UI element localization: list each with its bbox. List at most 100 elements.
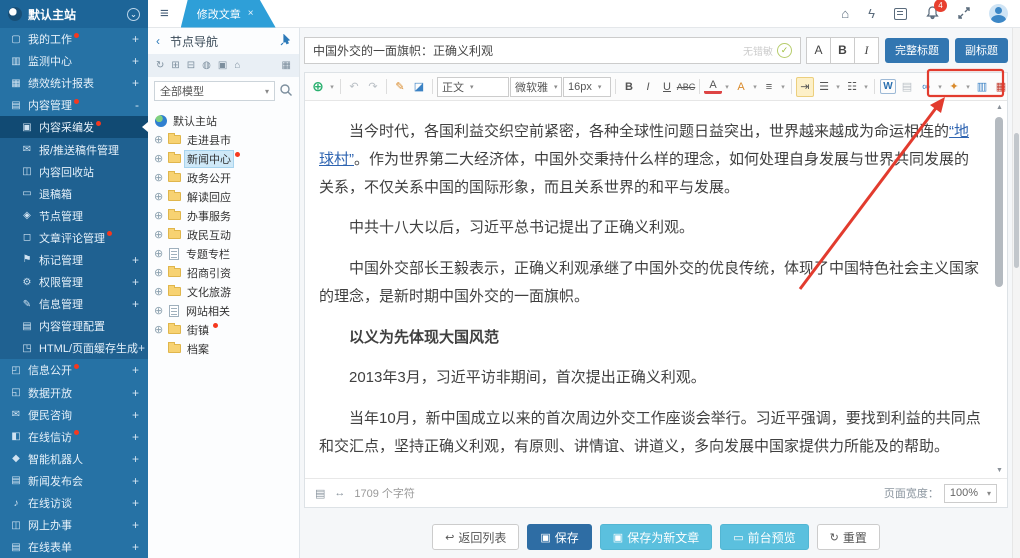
font-family-select[interactable]: 微软雅▾: [510, 77, 562, 97]
tab-edit-article[interactable]: 修改文章 ×: [181, 0, 276, 28]
table-button[interactable]: ▦: [992, 77, 1007, 97]
strikethrough-button[interactable]: ABC: [677, 77, 695, 97]
home-node-icon[interactable]: ⌂: [234, 60, 240, 71]
underline-button[interactable]: U: [658, 77, 676, 97]
tree-item[interactable]: ⊕办事服务: [152, 206, 295, 225]
undo-icon[interactable]: ↶: [345, 77, 363, 97]
collapse-all-icon[interactable]: ⊟: [187, 60, 195, 71]
tree-item[interactable]: 档案: [152, 339, 295, 358]
model-filter-select[interactable]: 全部模型 ▾: [154, 81, 275, 101]
tree-item[interactable]: ⊕走进县市: [152, 130, 295, 149]
expand-icon[interactable]: ⊕: [154, 323, 167, 336]
chevron-down-icon[interactable]: ⌄: [127, 8, 140, 21]
ordered-list-button[interactable]: ☰: [815, 77, 833, 97]
close-icon[interactable]: ×: [248, 8, 254, 19]
unordered-list-button[interactable]: ☷: [843, 77, 861, 97]
sidebar-item-content-management[interactable]: ▤内容管理-: [0, 94, 148, 116]
first-line-indent-button[interactable]: ⇥: [796, 77, 814, 97]
sidebar-item-info-disclosure[interactable]: ◰信息公开+: [0, 359, 148, 381]
title-bold-button[interactable]: B: [830, 37, 855, 64]
sidebar-item-performance-report[interactable]: ▦绩效统计报表+: [0, 72, 148, 94]
sidebar-item-online-form[interactable]: ▤在线表单+: [0, 536, 148, 558]
chevron-down-icon[interactable]: ▾: [328, 77, 336, 97]
back-to-list-button[interactable]: ↩返回列表: [432, 524, 519, 550]
expand-icon[interactable]: ⊕: [154, 285, 167, 298]
sidebar-item-comment-management[interactable]: ◻文章评论管理: [0, 227, 148, 249]
sidebar-item-rejected-box[interactable]: ▭退稿箱: [0, 183, 148, 205]
full-title-button[interactable]: 完整标题: [885, 38, 949, 63]
tree-item[interactable]: ⊕专题专栏: [152, 244, 295, 263]
site-switcher[interactable]: 默认主站 ⌄: [0, 0, 148, 28]
width-icon[interactable]: ↔: [334, 487, 345, 499]
editor-content[interactable]: 当今时代，各国利益交织空前紧密，各种全球性问题日益突出，世界越来越成为命运相连的…: [305, 101, 1007, 478]
expand-icon[interactable]: ⊕: [154, 190, 167, 203]
expand-icon[interactable]: ⊕: [154, 152, 167, 165]
sidebar-item-content-editing[interactable]: ▣内容采编发: [0, 116, 148, 138]
search-icon[interactable]: [279, 83, 293, 100]
tree-item[interactable]: ⊕文化旅游: [152, 282, 295, 301]
sidebar-item-html-cache[interactable]: ◳HTML/页面缓存生成+: [0, 337, 148, 359]
page-scrollbar-thumb[interactable]: [1014, 133, 1019, 268]
expand-icon[interactable]: ⊕: [154, 266, 167, 279]
tree-item-selected[interactable]: ⊕新闻中心: [152, 149, 295, 168]
globe-icon[interactable]: ◍: [202, 60, 211, 71]
user-avatar[interactable]: [989, 4, 1008, 23]
columns-button[interactable]: ▥: [973, 77, 991, 97]
page-scrollbar[interactable]: [1012, 28, 1020, 558]
collapse-panel-icon[interactable]: ‹: [156, 34, 160, 48]
sidebar-item-online-service[interactable]: ◫网上办事+: [0, 514, 148, 536]
page-width-select[interactable]: 100% ▾: [944, 484, 997, 503]
hamburger-icon[interactable]: ≡: [148, 5, 181, 22]
news-icon[interactable]: [894, 8, 907, 20]
tree-item[interactable]: ⊕政民互动: [152, 225, 295, 244]
element-path-icon[interactable]: ▤: [315, 487, 325, 500]
scroll-down-icon[interactable]: ▼: [994, 466, 1005, 476]
scrollbar-thumb[interactable]: [995, 117, 1003, 287]
tree-item[interactable]: ⊕街镇: [152, 320, 295, 339]
format-wand-button[interactable]: ✦: [945, 77, 963, 97]
tree-item-root[interactable]: 默认主站: [152, 111, 295, 130]
sidebar-item-node-management[interactable]: ◈节点管理: [0, 205, 148, 227]
word-import-button[interactable]: W: [880, 79, 896, 94]
save-as-new-button[interactable]: ▣保存为新文章: [600, 524, 712, 550]
tree-item[interactable]: ⊕解读回应: [152, 187, 295, 206]
reset-button[interactable]: ↻重置: [817, 524, 880, 550]
paragraph-format-select[interactable]: 正文▾: [437, 77, 509, 97]
sidebar-item-online-petition[interactable]: ◧在线信访+: [0, 426, 148, 448]
save-button[interactable]: ▣保存: [527, 524, 591, 550]
sidebar-item-content-config[interactable]: ▤内容管理配置: [0, 315, 148, 337]
tree-item[interactable]: ⊕招商引资: [152, 263, 295, 282]
home-icon[interactable]: ⌂: [841, 7, 849, 20]
sidebar-item-monitor-center[interactable]: ▥监测中心+: [0, 50, 148, 72]
subtitle-button[interactable]: 副标题: [955, 38, 1008, 63]
scroll-up-icon[interactable]: ▲: [994, 103, 1005, 113]
fullscreen-icon[interactable]: [958, 7, 970, 21]
bell-icon[interactable]: 4: [926, 6, 939, 22]
title-font-color-button[interactable]: A: [806, 37, 831, 64]
copy-icon[interactable]: ▣: [218, 60, 227, 71]
expand-icon[interactable]: ⊕: [154, 171, 167, 184]
expand-all-icon[interactable]: ⊞: [171, 60, 179, 71]
align-button[interactable]: ≡: [760, 77, 778, 97]
sidebar-item-open-data[interactable]: ◱数据开放+: [0, 382, 148, 404]
expand-icon[interactable]: ⊕: [154, 133, 167, 146]
sidebar-item-press-conference[interactable]: ▤新闻发布会+: [0, 470, 148, 492]
sidebar-item-recycle-bin[interactable]: ◫内容回收站: [0, 161, 148, 183]
sidebar-item-permission-management[interactable]: ⚙权限管理+: [0, 271, 148, 293]
article-title-input[interactable]: 中国外交的一面旗帜：正确义利观 无错敏 ✓: [304, 37, 801, 64]
redo-icon[interactable]: ↷: [364, 77, 382, 97]
title-italic-button[interactable]: I: [854, 37, 879, 64]
expand-icon[interactable]: ⊕: [154, 247, 167, 260]
sidebar-item-my-work[interactable]: ▢我的工作+: [0, 28, 148, 50]
tree-item[interactable]: ⊕网站相关: [152, 301, 295, 320]
pin-icon[interactable]: [280, 34, 291, 49]
link-button[interactable]: ∞: [917, 77, 935, 97]
sidebar-item-citizen-consult[interactable]: ✉便民咨询+: [0, 404, 148, 426]
sidebar-item-chatbot[interactable]: ◆智能机器人+: [0, 448, 148, 470]
insert-button[interactable]: ⊕: [309, 77, 327, 97]
italic-button[interactable]: I: [639, 77, 657, 97]
refresh-icon[interactable]: ↻: [156, 60, 164, 71]
font-size-select[interactable]: 16px▾: [563, 77, 611, 97]
expand-icon[interactable]: ⊕: [154, 209, 167, 222]
sidebar-item-push-manuscript[interactable]: ✉报/推送稿件管理: [0, 138, 148, 160]
